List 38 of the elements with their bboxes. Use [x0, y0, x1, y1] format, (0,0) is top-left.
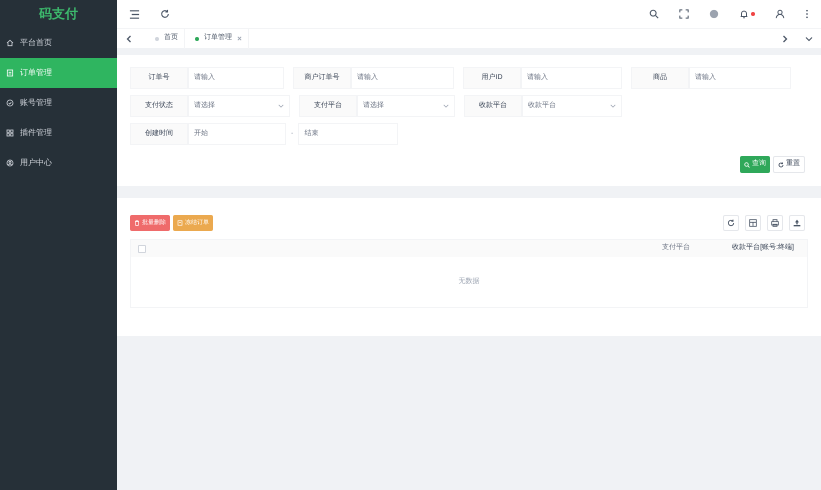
refresh-table-button[interactable]: [723, 215, 739, 231]
home-icon: [6, 39, 14, 47]
search-icon: [744, 162, 750, 168]
chevron-down-icon: [610, 103, 616, 109]
print-icon: [771, 219, 779, 227]
user-icon[interactable]: [775, 9, 785, 19]
user-circle-icon: [6, 159, 14, 167]
search-icon[interactable]: [649, 9, 659, 19]
select-all-checkbox[interactable]: [138, 244, 146, 252]
sidebar-item[interactable]: 平台首页: [0, 28, 117, 58]
upload-icon: [793, 219, 801, 227]
refresh-icon: [727, 219, 735, 227]
chevron-down-icon: [278, 103, 284, 109]
sidebar-item[interactable]: 插件管理: [0, 118, 117, 148]
chevron-down-icon: [443, 103, 449, 109]
document-icon: [6, 69, 14, 77]
trash-icon: [134, 220, 140, 226]
grid-icon: [749, 219, 757, 227]
sidebar-item[interactable]: 账号管理: [0, 88, 117, 118]
refresh-icon: [778, 162, 784, 168]
refresh-icon[interactable]: [160, 9, 170, 19]
notification-button[interactable]: [739, 9, 755, 19]
close-icon[interactable]: [237, 36, 242, 41]
columns-button[interactable]: [745, 215, 761, 231]
bell-icon: [739, 9, 749, 19]
fullscreen-icon[interactable]: [679, 9, 689, 19]
document-icon: [177, 220, 183, 226]
check-circle-icon: [6, 99, 14, 107]
sidebar-item[interactable]: 用户中心: [0, 148, 117, 178]
export-button[interactable]: [789, 215, 805, 231]
chevron-right-icon[interactable]: [781, 34, 789, 42]
menu-icon[interactable]: [129, 8, 140, 20]
print-button[interactable]: [767, 215, 783, 231]
more-icon[interactable]: [805, 9, 809, 19]
app-logo: 码支付: [38, 5, 79, 24]
grid-icon: [6, 129, 14, 137]
chevron-left-icon[interactable]: [125, 34, 133, 42]
chevron-down-icon[interactable]: [805, 34, 813, 42]
